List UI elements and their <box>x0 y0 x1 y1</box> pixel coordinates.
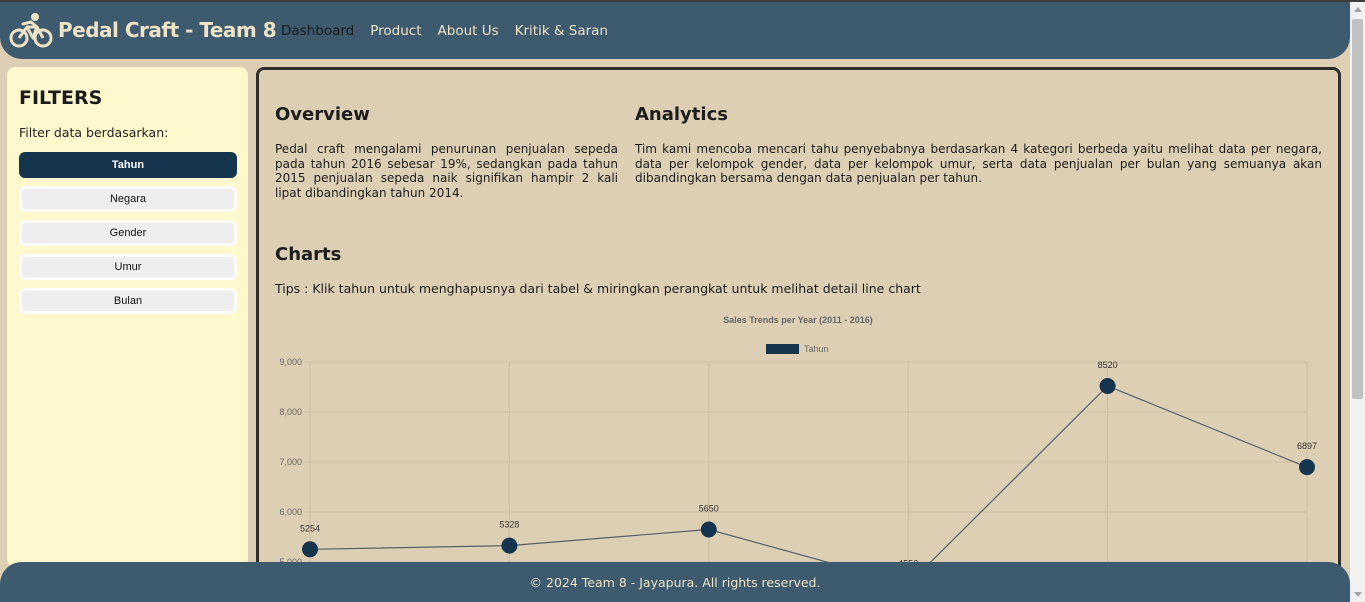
bicycle-rider-icon <box>9 13 53 48</box>
charts-title: Charts <box>275 244 342 265</box>
y-tick-label: 9,000 <box>279 357 302 367</box>
main-content: Overview Pedal craft mengalami penurunan… <box>256 67 1341 587</box>
data-label: 5254 <box>300 523 320 533</box>
chart-title: Sales Trends per Year (2011 - 2016) <box>723 315 872 325</box>
scroll-down-icon[interactable] <box>1354 592 1362 597</box>
legend-swatch[interactable] <box>766 344 799 354</box>
y-tick-label: 7,000 <box>279 457 302 467</box>
y-tick-label: 6,000 <box>279 507 302 517</box>
analytics-title: Analytics <box>635 104 728 125</box>
charts-tips: Tips : Klik tahun untuk menghapusnya dar… <box>275 281 921 296</box>
main-nav: Dashboard Product About Us Kritik & Sara… <box>281 23 608 39</box>
data-label: 6897 <box>1297 441 1317 451</box>
analytics-text: Tim kami mencoba mencari tahu penyebabny… <box>635 142 1322 185</box>
filter-button-tahun[interactable]: Tahun <box>19 152 237 178</box>
filter-button-umur[interactable]: Umur <box>19 254 237 280</box>
scroll-up-icon[interactable] <box>1354 7 1362 12</box>
legend-label[interactable]: Tahun <box>804 344 829 354</box>
nav-kritik-saran[interactable]: Kritik & Saran <box>515 23 608 39</box>
y-tick-label: 8,000 <box>279 407 302 417</box>
top-navbar: Pedal Craft - Team 8 Dashboard Product A… <box>0 2 1350 59</box>
sales-line-chart: Sales Trends per Year (2011 - 2016) Tahu… <box>279 315 1317 584</box>
data-point[interactable] <box>1299 459 1315 476</box>
filters-subtitle: Filter data berdasarkan: <box>19 125 169 140</box>
data-point[interactable] <box>700 521 717 538</box>
data-point[interactable] <box>501 537 518 554</box>
nav-dashboard[interactable]: Dashboard <box>281 23 354 39</box>
scrollbar-thumb[interactable] <box>1352 19 1363 399</box>
nav-about-us[interactable]: About Us <box>438 23 499 39</box>
nav-product[interactable]: Product <box>370 23 421 39</box>
filters-title: FILTERS <box>19 87 103 109</box>
filter-button-gender[interactable]: Gender <box>19 220 237 246</box>
data-point[interactable] <box>302 541 318 558</box>
overview-text: Pedal craft mengalami penurunan penjuala… <box>275 142 618 200</box>
series-line-tahun <box>309 385 1308 584</box>
filter-button-negara[interactable]: Negara <box>19 186 237 212</box>
footer: © 2024 Team 8 - Jayapura. All rights res… <box>0 562 1350 602</box>
data-label: 5328 <box>499 520 519 530</box>
brand-title[interactable]: Pedal Craft - Team 8 <box>58 18 277 42</box>
page-scrollbar[interactable] <box>1350 2 1365 602</box>
filters-sidebar: FILTERS Filter data berdasarkan: Tahun N… <box>7 67 248 567</box>
footer-text: © 2024 Team 8 - Jayapura. All rights res… <box>529 574 821 590</box>
filter-button-bulan[interactable]: Bulan <box>19 288 237 314</box>
data-label: 5650 <box>699 504 719 514</box>
overview-title: Overview <box>275 104 370 125</box>
data-label: 8520 <box>1098 360 1118 370</box>
data-point[interactable] <box>1099 378 1116 394</box>
